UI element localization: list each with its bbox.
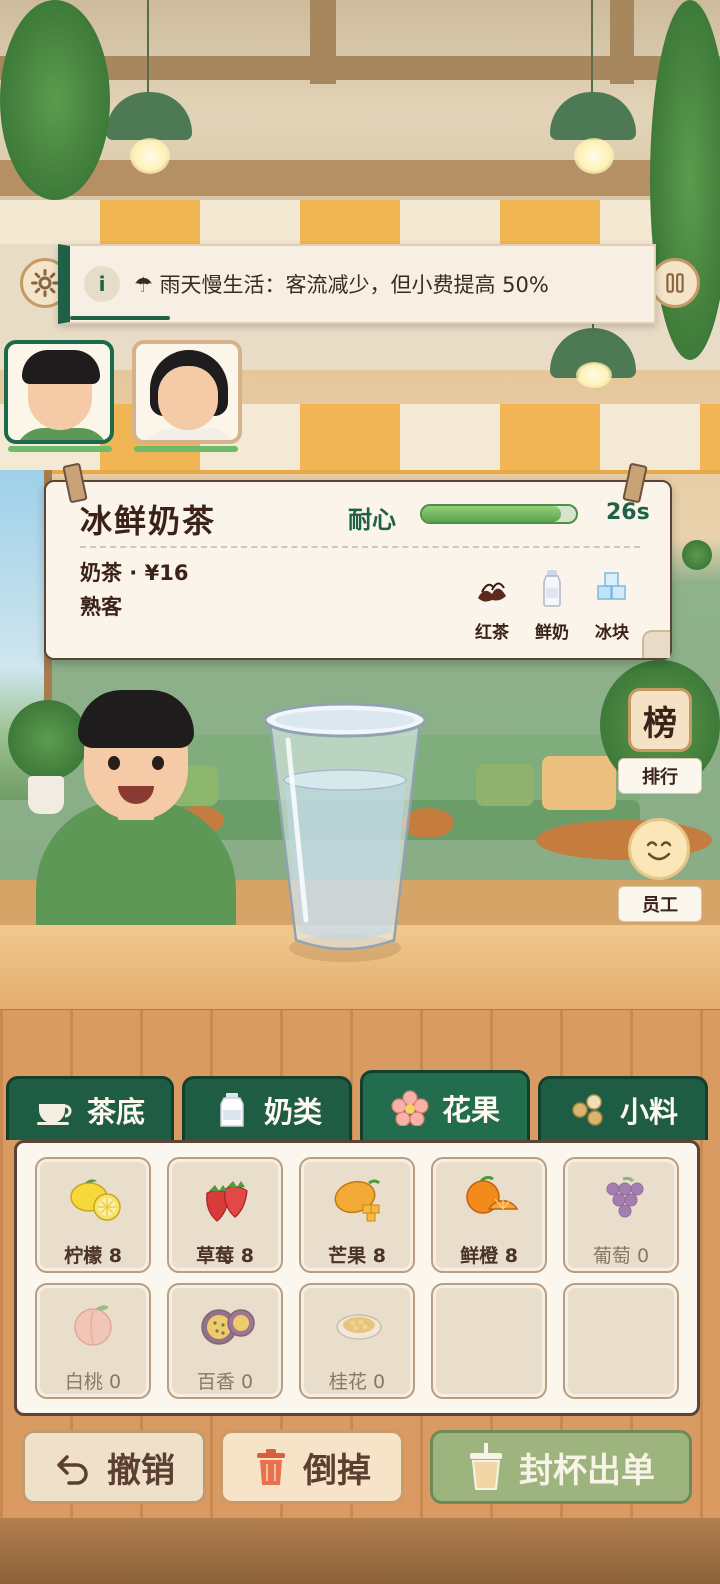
- ingredient-slot-strawberry[interactable]: 草莓 8: [167, 1157, 283, 1273]
- patience-bar: [420, 504, 578, 524]
- ingredient-panel: 柠檬 8 草莓 8 芒果 8 鲜橙 8 葡萄 0 白桃 0 百香 0 桂花 0: [14, 1140, 700, 1416]
- tab-tea-base[interactable]: 茶底: [6, 1076, 174, 1140]
- staff-button[interactable]: [628, 818, 690, 880]
- gear-icon: [31, 269, 59, 297]
- black-tea-leaves-icon: [478, 582, 506, 602]
- ingredient-slot-lemon[interactable]: 柠檬 8: [35, 1157, 151, 1273]
- tab-label: 奶类: [263, 1094, 322, 1129]
- customer-type: 熟客: [80, 595, 122, 619]
- ingredient-slot-mango[interactable]: 芒果 8: [299, 1157, 415, 1273]
- notice-timer-bar: [70, 316, 170, 320]
- tab-label: 花果: [441, 1092, 500, 1127]
- flower-icon: [391, 1089, 429, 1126]
- seal-label: 封杯出单: [519, 1450, 655, 1491]
- teacup-icon: [36, 1103, 72, 1125]
- toppings-icon: [572, 1093, 603, 1126]
- osmanthus-icon: [336, 1314, 382, 1340]
- tab-toppings[interactable]: 小料: [538, 1076, 708, 1140]
- recipe-ingredient: 红茶: [462, 568, 522, 643]
- ingredient-slot-empty: [563, 1283, 679, 1399]
- pillow: [542, 756, 616, 810]
- pause-icon: [666, 273, 684, 293]
- dump-button[interactable]: 倒掉: [220, 1430, 404, 1504]
- weather-notice-banner: i ☂ 雨天慢生活：客流减少，但小费提高 50%: [58, 244, 656, 324]
- tab-flower-fruit[interactable]: 花果: [360, 1070, 530, 1142]
- milk-bottle-icon: [543, 570, 561, 607]
- pillow: [476, 764, 534, 806]
- peach-icon: [74, 1305, 112, 1346]
- pause-button[interactable]: [650, 258, 700, 308]
- customer-portrait-active[interactable]: [4, 340, 114, 444]
- pendant-lamp: [100, 0, 196, 180]
- recipe-ingredient: 鲜奶: [522, 568, 582, 643]
- pendant-lamp: [544, 0, 640, 180]
- undo-arrow-icon: [57, 1455, 88, 1485]
- customer-character[interactable]: [36, 690, 236, 930]
- milk-carton-icon: [220, 1092, 244, 1127]
- ingredient-slot-empty: [431, 1283, 547, 1399]
- lemon-icon: [70, 1179, 121, 1221]
- tab-label: 小料: [619, 1094, 678, 1129]
- potted-plant: [682, 540, 712, 570]
- seal-and-serve-button[interactable]: 封杯出单: [430, 1430, 692, 1504]
- leaderboard-label[interactable]: 排行: [618, 758, 702, 794]
- trash-icon: [257, 1449, 285, 1485]
- tab-dairy[interactable]: 奶类: [182, 1076, 352, 1140]
- customer-patience-bar: [8, 446, 112, 452]
- orange-icon: [466, 1175, 519, 1214]
- customer-patience-bar: [134, 446, 238, 452]
- info-icon: i: [84, 266, 120, 302]
- mango-icon: [334, 1179, 381, 1222]
- patience-timer: 26s: [606, 500, 650, 525]
- card-page-curl: [642, 630, 670, 658]
- undo-button[interactable]: 撤销: [22, 1430, 206, 1504]
- undo-label: 撤销: [107, 1450, 175, 1491]
- floor-strip: [0, 1518, 720, 1584]
- divider: [80, 546, 640, 548]
- ice-cubes-icon: [597, 572, 626, 600]
- grape-icon: [606, 1176, 644, 1218]
- smiley-icon: [646, 841, 672, 861]
- drink-cup[interactable]: [262, 700, 428, 964]
- passionfruit-icon: [201, 1309, 255, 1345]
- ingredient-slot-osmanthus[interactable]: 桂花 0: [299, 1283, 415, 1399]
- hanging-plant: [650, 0, 720, 360]
- awning-stripes: [0, 200, 720, 244]
- dump-label: 倒掉: [303, 1450, 371, 1491]
- tab-label: 茶底: [86, 1094, 145, 1129]
- patience-bar-fill: [422, 506, 561, 522]
- hanging-plant: [0, 0, 110, 200]
- drink-name: 冰鲜奶茶: [80, 502, 217, 540]
- ingredient-slot-orange[interactable]: 鲜橙 8: [431, 1157, 547, 1273]
- ingredient-slot-passionfruit[interactable]: 百香 0: [167, 1283, 283, 1399]
- strawberry-icon: [206, 1181, 248, 1222]
- customer-portrait-waiting[interactable]: [132, 340, 242, 444]
- staff-label[interactable]: 员工: [618, 886, 702, 922]
- category-price: 奶茶 · ¥16: [80, 561, 189, 585]
- order-meta: 奶茶 · ¥16 熟客: [80, 556, 188, 624]
- recipe-ingredient: 冰块: [582, 568, 642, 643]
- ingredient-slot-grape[interactable]: 葡萄 0: [563, 1157, 679, 1273]
- leaderboard-button[interactable]: 榜: [628, 688, 692, 752]
- patience-label: 耐心: [348, 506, 396, 534]
- order-card: 冰鲜奶茶 耐心 26s 奶茶 · ¥16 熟客 红茶 鲜奶 冰块: [44, 462, 672, 660]
- notice-text: ☂ 雨天慢生活：客流减少，但小费提高 50%: [134, 273, 549, 297]
- sealed-cup-icon: [470, 1443, 502, 1490]
- ceiling-beam: [310, 0, 336, 84]
- ingredient-slot-peach[interactable]: 白桃 0: [35, 1283, 151, 1399]
